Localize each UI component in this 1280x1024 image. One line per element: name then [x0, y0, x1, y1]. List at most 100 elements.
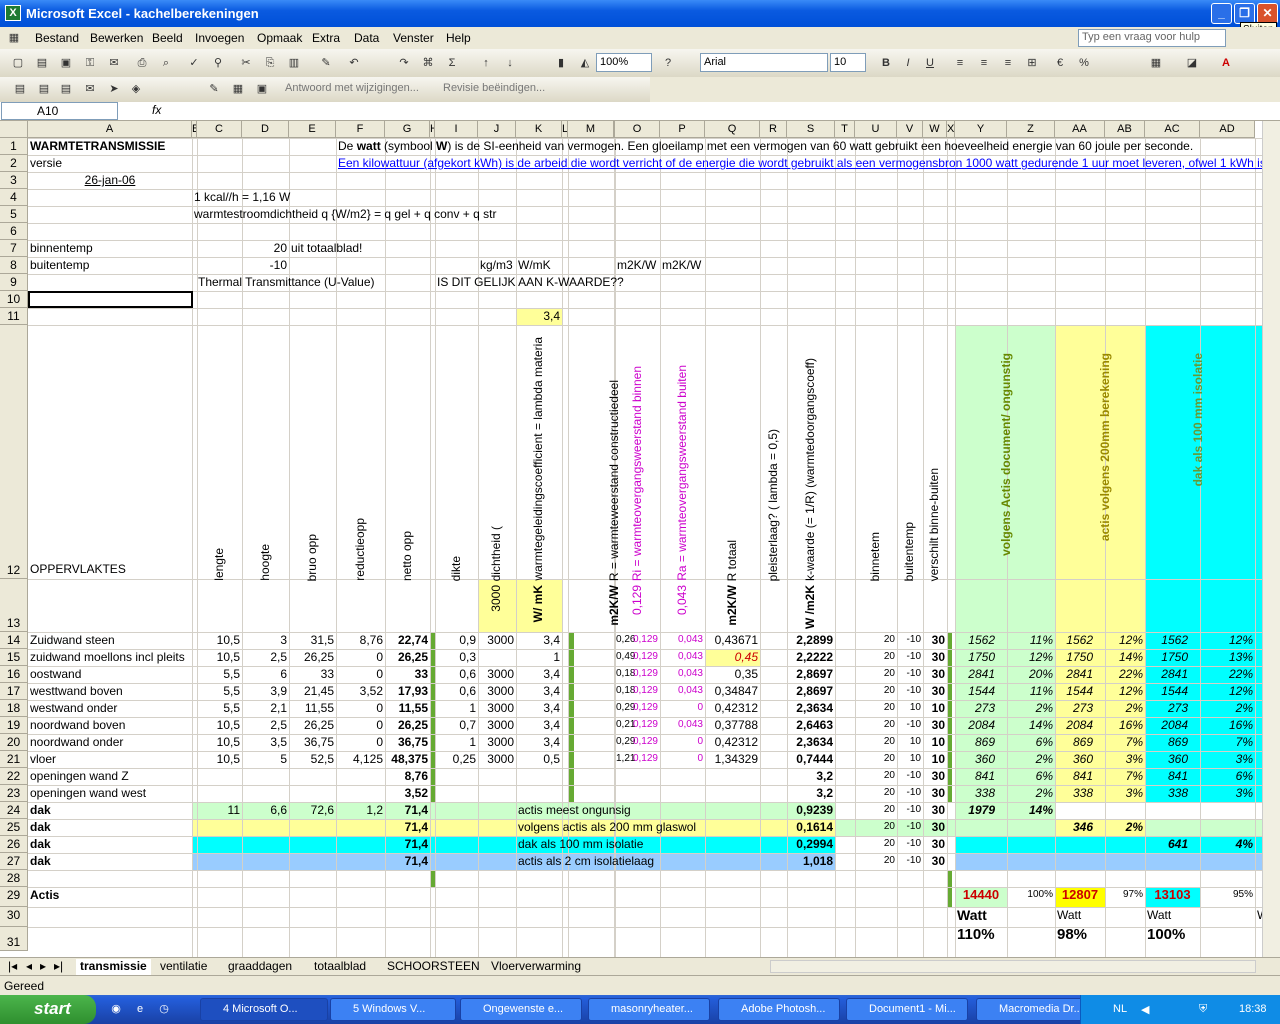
column-header-W[interactable]: W [923, 121, 947, 138]
tab-transmissie[interactable]: transmissie [76, 959, 151, 975]
align-center-icon[interactable]: ≡ [976, 55, 992, 71]
tab-nav-next-icon[interactable]: ▸ [40, 959, 46, 975]
menu-bewerken[interactable]: Bewerken [90, 31, 143, 45]
track-icon[interactable]: ◈ [128, 81, 144, 97]
hyperlink-icon[interactable]: ⌘ [420, 55, 436, 71]
row-header-28[interactable]: 28 [0, 870, 28, 887]
column-header-O[interactable]: O [615, 121, 660, 138]
restore-button[interactable]: ❐ [1234, 3, 1255, 24]
selected-cell-a10[interactable] [28, 291, 193, 308]
row-header-15[interactable]: 15 [0, 649, 28, 666]
review-icon[interactable]: ✎ [206, 81, 222, 97]
underline-icon[interactable]: U [922, 55, 938, 71]
autosum-icon[interactable]: Σ [444, 55, 460, 71]
shield-icon[interactable]: ⛨ [1199, 1003, 1207, 1016]
column-header-AD[interactable]: AD [1200, 121, 1255, 138]
print-icon[interactable]: ⎙ [134, 55, 150, 71]
column-header-AB[interactable]: AB [1105, 121, 1145, 138]
menu-bestand[interactable]: Bestand [35, 31, 79, 45]
send-icon[interactable]: ➤ [106, 81, 122, 97]
row-header-29[interactable]: 29 [0, 887, 28, 907]
cut-icon[interactable]: ✂ [238, 55, 254, 71]
minimize-button[interactable]: _ [1211, 3, 1232, 24]
column-header-U[interactable]: U [855, 121, 897, 138]
row-header-19[interactable]: 19 [0, 717, 28, 734]
font-color-icon[interactable]: A [1218, 55, 1234, 71]
fill-color-icon[interactable]: ◪ [1184, 55, 1200, 71]
currency-icon[interactable]: € [1052, 55, 1068, 71]
zoom-select[interactable]: 100% [596, 53, 652, 72]
column-header-J[interactable]: J [478, 121, 516, 138]
column-header-S[interactable]: S [787, 121, 835, 138]
email-icon[interactable]: ✉ [106, 55, 122, 71]
task-document1[interactable]: Document1 - Mi... [846, 998, 968, 1021]
tray-icon[interactable]: ◀ [1141, 1003, 1149, 1016]
column-header-F[interactable]: F [336, 121, 385, 138]
quicklaunch-icon[interactable]: ◉ [108, 1001, 124, 1017]
menu-data[interactable]: Data [354, 31, 379, 45]
tab-nav-first-icon[interactable]: |◂ [8, 959, 17, 975]
fx-icon[interactable]: fx [152, 103, 161, 117]
column-header-AC[interactable]: AC [1145, 121, 1200, 138]
spelling-icon[interactable]: ✓ [186, 55, 202, 71]
column-header-X[interactable]: X [947, 121, 955, 138]
folder-icon-2[interactable]: ▤ [36, 81, 52, 97]
formula-bar[interactable] [0, 102, 1280, 121]
merge-icon[interactable]: ⊞ [1024, 55, 1040, 71]
reply-with-changes-button[interactable]: Antwoord met wijzigingen... [285, 82, 419, 94]
row-header-31[interactable]: 31 [0, 927, 28, 951]
outlook-icon[interactable]: ◷ [156, 1001, 172, 1017]
row-header-2[interactable]: 2 [0, 155, 28, 172]
review-icon-3[interactable]: ▣ [254, 81, 270, 97]
row-header-27[interactable]: 27 [0, 853, 28, 870]
row-header-23[interactable]: 23 [0, 785, 28, 802]
ie-icon[interactable]: e [132, 1001, 148, 1017]
undo-icon[interactable]: ↶ [346, 55, 362, 71]
row-header-5[interactable]: 5 [0, 206, 28, 223]
row-header-7[interactable]: 7 [0, 240, 28, 257]
mail-icon[interactable]: ✉ [82, 81, 98, 97]
row-header-17[interactable]: 17 [0, 683, 28, 700]
help-search-input[interactable]: Typ een vraag voor hulp [1078, 29, 1226, 47]
row-header-26[interactable]: 26 [0, 836, 28, 853]
row-header-20[interactable]: 20 [0, 734, 28, 751]
task-dreamweaver[interactable]: Macromedia Dr... [976, 998, 1088, 1021]
tab-graaddagen[interactable]: graaddagen [228, 959, 292, 975]
align-left-icon[interactable]: ≡ [952, 55, 968, 71]
open-icon[interactable]: ▤ [34, 55, 50, 71]
column-header-R[interactable]: R [760, 121, 787, 138]
drawing-icon[interactable]: ◭ [577, 55, 593, 71]
folder-icon-3[interactable]: ▤ [58, 81, 74, 97]
help-icon[interactable]: ? [660, 55, 676, 71]
task-masonry[interactable]: masonryheater... [588, 998, 710, 1021]
column-header-K[interactable]: K [516, 121, 562, 138]
paste-icon[interactable]: ▥ [286, 55, 302, 71]
column-header-M[interactable]: M [568, 121, 614, 138]
language-indicator[interactable]: NL [1113, 1003, 1127, 1015]
row-header-14[interactable]: 14 [0, 632, 28, 649]
menu-help[interactable]: Help [446, 31, 471, 45]
chart-wizard-icon[interactable]: ▮ [553, 55, 569, 71]
row-header-25[interactable]: 25 [0, 819, 28, 836]
row-header-12[interactable]: 12 [0, 325, 28, 579]
row-header-30[interactable]: 30 [0, 907, 28, 927]
row-header-24[interactable]: 24 [0, 802, 28, 819]
row-header-4[interactable]: 4 [0, 189, 28, 206]
copy-icon[interactable]: ⎘ [262, 55, 278, 71]
row-header-16[interactable]: 16 [0, 666, 28, 683]
column-header-D[interactable]: D [242, 121, 289, 138]
column-header-AA[interactable]: AA [1055, 121, 1105, 138]
folder-icon[interactable]: ▤ [12, 81, 28, 97]
bold-icon[interactable]: B [878, 55, 894, 71]
cell-e2-kwh-link[interactable]: Een kilowattuur (afgekort kWh) is de arb… [336, 155, 1262, 171]
row-header-18[interactable]: 18 [0, 700, 28, 717]
tab-nav-prev-icon[interactable]: ◂ [26, 959, 32, 975]
document-icon[interactable]: ▦ [6, 30, 22, 46]
tab-ventilatie[interactable]: ventilatie [160, 959, 207, 975]
menu-opmaak[interactable]: Opmaak [257, 31, 302, 45]
permission-icon[interactable]: ⚿ [82, 55, 98, 71]
task-ongewenste[interactable]: Ongewenste e... [460, 998, 582, 1021]
column-header-G[interactable]: G [385, 121, 430, 138]
menu-invoegen[interactable]: Invoegen [195, 31, 244, 45]
column-header-T[interactable]: T [835, 121, 855, 138]
